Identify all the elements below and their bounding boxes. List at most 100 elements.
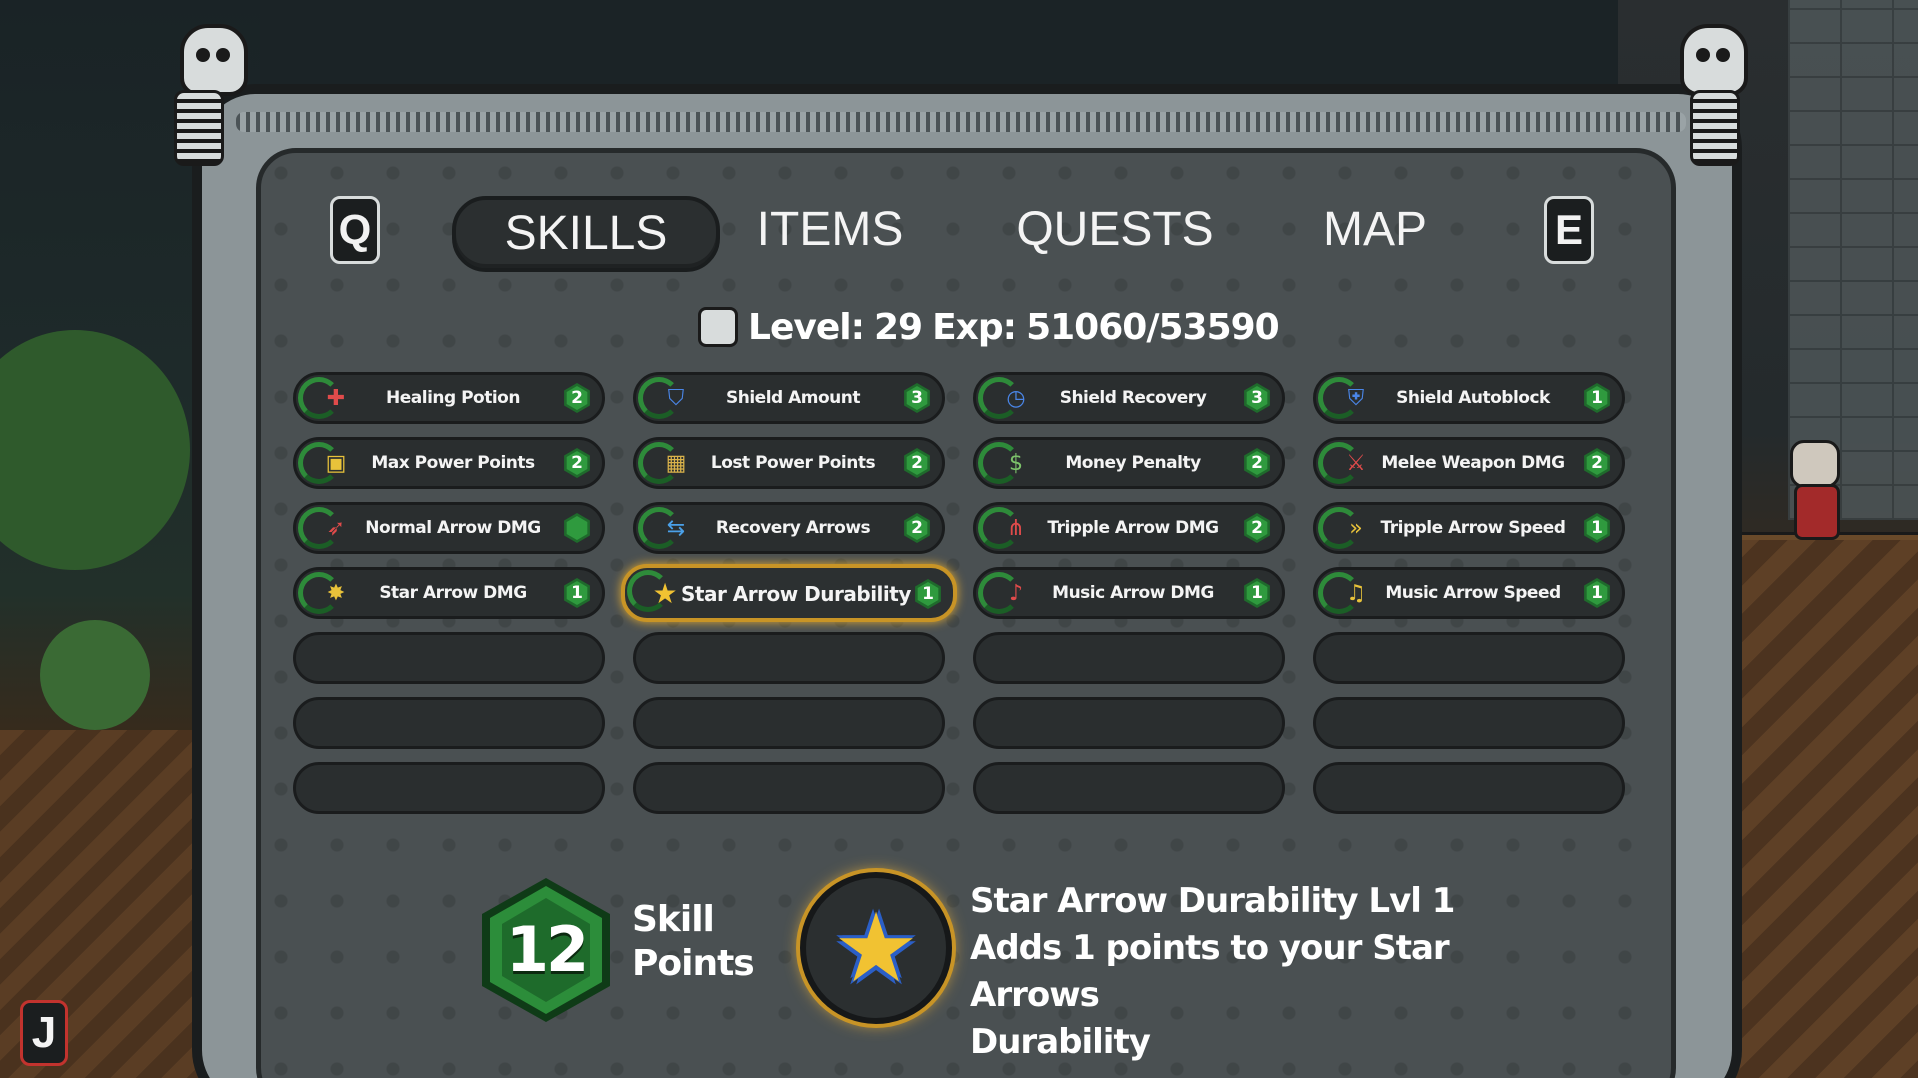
- skill-level-badge: 2: [902, 513, 932, 543]
- skill-name: Healing Potion: [386, 388, 520, 408]
- player-skull-icon: [698, 307, 738, 347]
- skill-level-badge: 1: [913, 579, 943, 609]
- skill-slot[interactable]: ▦ Lost Power Points 2: [633, 437, 945, 489]
- skill-level-value: 3: [911, 388, 923, 408]
- empty-skill-slot: [1313, 762, 1625, 814]
- skill-points-badge: 12: [482, 878, 610, 1022]
- autoblock-shield-icon: ⛨: [1347, 386, 1365, 411]
- skill-name: Star Arrow DMG: [379, 583, 527, 603]
- tab-skills[interactable]: SKILLS: [452, 196, 720, 272]
- skill-name: Music Arrow Speed: [1385, 583, 1561, 603]
- star-icon: ★: [832, 892, 920, 1004]
- skill-level-value: 2: [1251, 518, 1263, 538]
- sword-icon: ⚔: [1346, 451, 1366, 476]
- empty-skill-slot: [293, 632, 605, 684]
- skill-slot[interactable]: ♪ Music Arrow DMG 1: [973, 567, 1285, 619]
- skill-points-label: Skill Points: [632, 898, 762, 986]
- empty-skill-slot: [973, 762, 1285, 814]
- skill-slot[interactable]: ⚔ Melee Weapon DMG 2: [1313, 437, 1625, 489]
- journal-key[interactable]: J: [20, 1000, 68, 1066]
- lost-power-icon: ▦: [665, 451, 687, 476]
- exp-label: Exp:: [932, 306, 1017, 348]
- tripple-arrow-speed-icon: »: [1349, 516, 1363, 541]
- skill-level-value: 2: [1251, 453, 1263, 473]
- skill-slot[interactable]: ⋔ Tripple Arrow DMG 2: [973, 502, 1285, 554]
- skeleton-decoration-left: [150, 24, 260, 194]
- skill-slot[interactable]: ➶ Normal Arrow DMG: [293, 502, 605, 554]
- empty-skill-slot: [973, 697, 1285, 749]
- level-status: Level: 29 Exp: 51060/53590: [698, 300, 1280, 354]
- skill-level-badge: [562, 513, 592, 543]
- empty-skill-slot: [293, 762, 605, 814]
- recovery-arrows-icon: ⇆: [666, 516, 686, 541]
- skill-points-value: 12: [505, 913, 589, 986]
- empty-skill-slot: [1313, 697, 1625, 749]
- skill-points-label-line2: Points: [632, 943, 755, 984]
- skill-level-value: 1: [1591, 583, 1603, 603]
- skill-name: Music Arrow DMG: [1052, 583, 1214, 603]
- skill-name: Recovery Arrows: [715, 518, 871, 538]
- tab-quests[interactable]: QUESTS: [1010, 196, 1220, 264]
- skill-level-badge: 1: [1582, 578, 1612, 608]
- skeleton-decoration-right: [1660, 24, 1770, 194]
- skill-name: Shield Recovery: [1059, 388, 1207, 408]
- star-icon: ★: [652, 577, 678, 610]
- skill-slot[interactable]: ◷ Shield Recovery 3: [973, 372, 1285, 424]
- skill-name: Max Power Points: [371, 453, 535, 473]
- skill-slot[interactable]: ⛨ Shield Autoblock 1: [1313, 372, 1625, 424]
- skill-name: Money Penalty: [1065, 453, 1201, 473]
- empty-skill-slot: [633, 762, 945, 814]
- skill-level-value: 1: [1591, 518, 1603, 538]
- max-power-icon: ▣: [325, 451, 347, 476]
- skill-name: Star Arrow Durability: [681, 582, 911, 606]
- skill-description: Star Arrow Durability Lvl 1 Adds 1 point…: [970, 878, 1510, 1066]
- skill-slot[interactable]: ⇆ Recovery Arrows 2: [633, 502, 945, 554]
- skill-slot[interactable]: $ Money Penalty 2: [973, 437, 1285, 489]
- skill-level-badge: 2: [902, 448, 932, 478]
- healing-potion-icon: ✚: [326, 386, 346, 411]
- skill-level-value: 1: [1591, 388, 1603, 408]
- selected-skill-icon: ★: [800, 872, 952, 1024]
- skill-description-line1: Adds 1 points to your Star Arrows: [970, 928, 1450, 1015]
- star-arrow-icon: ✸: [326, 581, 346, 606]
- empty-skill-slot: [973, 632, 1285, 684]
- tab-map[interactable]: MAP: [1290, 196, 1460, 264]
- skill-name: Tripple Arrow DMG: [1047, 518, 1219, 538]
- skill-name: Normal Arrow DMG: [365, 518, 541, 538]
- money-bag-icon: $: [1009, 451, 1023, 476]
- empty-skill-slot: [633, 697, 945, 749]
- skill-slot[interactable]: ⛉ Shield Amount 3: [633, 372, 945, 424]
- skill-slot[interactable]: ▣ Max Power Points 2: [293, 437, 605, 489]
- skill-level-value: 3: [1251, 388, 1263, 408]
- skill-slot[interactable]: ♫ Music Arrow Speed 1: [1313, 567, 1625, 619]
- skill-slot[interactable]: » Tripple Arrow Speed 1: [1313, 502, 1625, 554]
- skill-level-badge: 2: [1242, 448, 1272, 478]
- enemy-skeleton-archer: [1786, 440, 1842, 540]
- tab-items[interactable]: ITEMS: [740, 196, 920, 264]
- skill-slot[interactable]: ★ Star Arrow Durability 1: [621, 564, 957, 622]
- skill-level-value: 1: [1251, 583, 1263, 603]
- skill-level-badge: 2: [1242, 513, 1272, 543]
- frame-decoration: [236, 112, 1686, 132]
- skill-description-line2: Durability: [970, 1022, 1151, 1062]
- level-label: Level:: [748, 306, 865, 348]
- skill-level-badge: 1: [562, 578, 592, 608]
- skill-slot[interactable]: ✚ Healing Potion 2: [293, 372, 605, 424]
- skill-description-title: Star Arrow Durability Lvl 1: [970, 881, 1455, 921]
- skill-level-badge: 2: [562, 383, 592, 413]
- level-value: 29: [873, 306, 923, 348]
- music-arrow-icon: ♪: [1008, 581, 1024, 606]
- skill-name: Tripple Arrow Speed: [1380, 518, 1566, 538]
- game-scene: Q E SKILLS ITEMS QUESTS MAP Level: 29 Ex…: [0, 0, 1918, 1078]
- tripple-arrow-icon: ⋔: [1006, 516, 1026, 541]
- skill-level-value: [562, 513, 592, 543]
- empty-skill-slot: [633, 632, 945, 684]
- skill-level-value: 2: [571, 388, 583, 408]
- exp-value: 51060/53590: [1026, 306, 1280, 348]
- clock-icon: ◷: [1006, 386, 1026, 411]
- next-tab-key[interactable]: E: [1544, 196, 1594, 264]
- bush: [40, 620, 150, 730]
- prev-tab-key[interactable]: Q: [330, 196, 380, 264]
- skill-level-badge: 2: [562, 448, 592, 478]
- skill-slot[interactable]: ✸ Star Arrow DMG 1: [293, 567, 605, 619]
